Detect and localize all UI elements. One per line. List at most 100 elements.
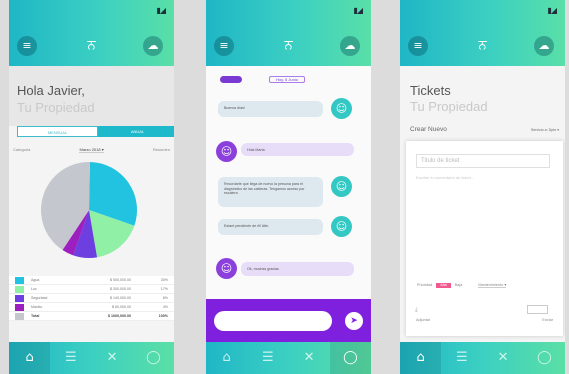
service-dropdown[interactable]: Servicio a: Dpto ▾ [531,128,559,132]
page-title: Tickets [410,83,451,98]
legend-percent: 100% [158,314,168,318]
legend-row[interactable]: Mantto. $ 60,000.00 4% [9,303,174,312]
message-input[interactable] [214,311,332,331]
tab-list-icon[interactable]: ☰ [50,342,91,374]
legend-amount: $ 500,000.00 [110,278,131,282]
app-logo-icon: ਨ [284,38,293,53]
legend-amount: $ 300,000.00 [110,287,131,291]
tab-list-icon[interactable]: ☰ [441,342,482,374]
tickets-header: Tickets Tu Propiedad [400,66,565,122]
attach-button[interactable]: Adjuntar [416,318,430,322]
filter-row: Categoria Marzo 2018 ▾ Resumen [13,147,170,153]
menu-icon[interactable]: ≡ [17,36,37,56]
priority-high-chip[interactable]: Alta [436,282,451,288]
cloud-icon[interactable]: ☁ [340,36,360,56]
tab-mensual[interactable]: Mensual [17,126,98,137]
priority-low-chip[interactable]: Baja [455,283,463,287]
tab-chat-icon[interactable]: ◯ [133,342,174,374]
cloud-icon[interactable]: ☁ [143,36,163,56]
legend-amount: $ 140,000.00 [110,296,131,300]
ticket-title-input[interactable]: Titulo de ticket [416,154,550,168]
legend-row[interactable]: Seguridad $ 140,000.00 8% [9,294,174,303]
tab-chat-icon[interactable]: ◯ [524,342,565,374]
greeting-text: Hola Javier, [17,83,85,98]
legend-percent: 17% [160,287,168,291]
department-dropdown[interactable]: Mantenimiento ▾ [478,282,507,288]
app-header: ▮◢ ≡ ਨ ☁ [9,0,174,66]
legend-swatch [15,285,24,293]
expense-legend: Agua $ 500,000.00 30% Luz $ 300,000.00 17% Seg… [9,276,174,321]
legend-name: Agua [31,278,40,282]
app-logo-icon: ਨ [478,38,487,53]
legend-row[interactable]: Luz $ 300,000.00 17% [9,285,174,294]
chat-back-button[interactable] [220,76,242,83]
card-actions: Adjuntar Enviar [416,318,553,322]
legend-row[interactable]: Agua $ 500,000.00 30% [9,276,174,285]
bottom-tab-bar: ⌂ ☰ ✕ ◯ [400,342,565,374]
legend-swatch [15,276,24,284]
expense-pie-chart [41,162,137,258]
legend-swatch [15,294,24,302]
user-avatar-icon: ☺ [331,98,352,119]
cloud-icon[interactable]: ☁ [534,36,554,56]
message-composer: ➤ [206,299,371,342]
bottom-tab-bar: ⌂ ☰ ✕ ◯ [9,342,174,374]
tab-tools-icon[interactable]: ✕ [289,342,330,374]
month-dropdown[interactable]: Marzo 2018 ▾ [79,147,104,153]
legend-percent: 30% [160,278,168,282]
legend-amount: $ 1000,000.00 [108,314,131,318]
filter-category[interactable]: Categoria [13,147,30,153]
tab-tools-icon[interactable]: ✕ [483,342,524,374]
legend-name: Mantto. [31,305,43,309]
app-logo-icon: ਨ [87,38,96,53]
legend-swatch [15,303,24,311]
chat-message: Recordarte que llega de nuevo la persona… [218,177,323,207]
phone-screen-tickets: ▮◢ ≡ ਨ ☁ Tickets Tu Propiedad Crear Nuev… [400,0,565,374]
chat-message: Hola Marta [241,143,354,156]
tab-chat-icon[interactable]: ◯ [329,342,371,374]
legend-name: Luz [31,287,37,291]
chat-message: Buenos días! [218,101,323,117]
priority-row: Prioridad Alta Baja Mantenimiento ▾ [417,282,507,288]
menu-icon[interactable]: ≡ [214,36,234,56]
property-subtitle: Tu Propiedad [410,99,488,114]
ticket-description-input[interactable]: Escribe tu comentario de ticket... [416,175,474,180]
tab-list-icon[interactable]: ☰ [247,342,288,374]
greeting-block: Hola Javier, Tu Propiedad [9,66,174,126]
date-pill: Hoy, 5 Junio [269,76,305,83]
legend-name: Total [31,314,40,318]
app-header: ▮◢ ≡ ਨ ☁ [206,0,371,66]
legend-amount: $ 60,000.00 [112,305,131,309]
chat-message: Ok, muchas gracias [241,262,354,276]
filter-summary[interactable]: Resumen [153,147,170,153]
create-new-label: Crear Nuevo [410,126,447,133]
tab-tools-icon[interactable]: ✕ [92,342,133,374]
user-avatar-icon: ☺ [331,216,352,237]
legend-name: Seguridad [31,296,48,300]
battery-icon: ▮◢ [353,6,363,15]
legend-row[interactable]: Total $ 1000,000.00 100% [9,312,174,321]
tab-home-icon[interactable]: ⌂ [206,342,247,374]
tab-anual[interactable]: Anual [98,126,174,137]
phone-screen-chat: ▮◢ ≡ ਨ ☁ Hoy, 5 Junio Buenos días! ☺ ☺ H… [206,0,371,374]
battery-icon: ▮◢ [156,6,166,15]
manager-avatar-icon: ☺ [216,141,237,162]
battery-icon: ▮◢ [547,6,557,15]
send-box-icon[interactable] [527,305,548,314]
phone-screen-dashboard: ▮◢ ≡ ਨ ☁ Hola Javier, Tu Propiedad Mensu… [9,0,174,374]
legend-percent: 4% [162,305,168,309]
tab-home-icon[interactable]: ⌂ [9,342,51,374]
legend-percent: 8% [162,296,168,300]
bottom-tab-bar: ⌂ ☰ ✕ ◯ [206,342,371,374]
user-avatar-icon: ☺ [331,176,352,197]
paperclip-icon[interactable]: ⤓ [415,307,418,314]
legend-swatch [15,312,24,320]
send-icon[interactable]: ➤ [345,312,363,330]
menu-icon[interactable]: ≡ [408,36,428,56]
chat-message: Estaré pendiente de él! Atte. [218,219,323,235]
tab-home-icon[interactable]: ⌂ [400,342,442,374]
send-button[interactable]: Enviar [542,318,553,322]
manager-avatar-icon: ☺ [216,258,237,279]
priority-label: Prioridad [417,283,433,287]
app-header: ▮◢ ≡ ਨ ☁ [400,0,565,66]
